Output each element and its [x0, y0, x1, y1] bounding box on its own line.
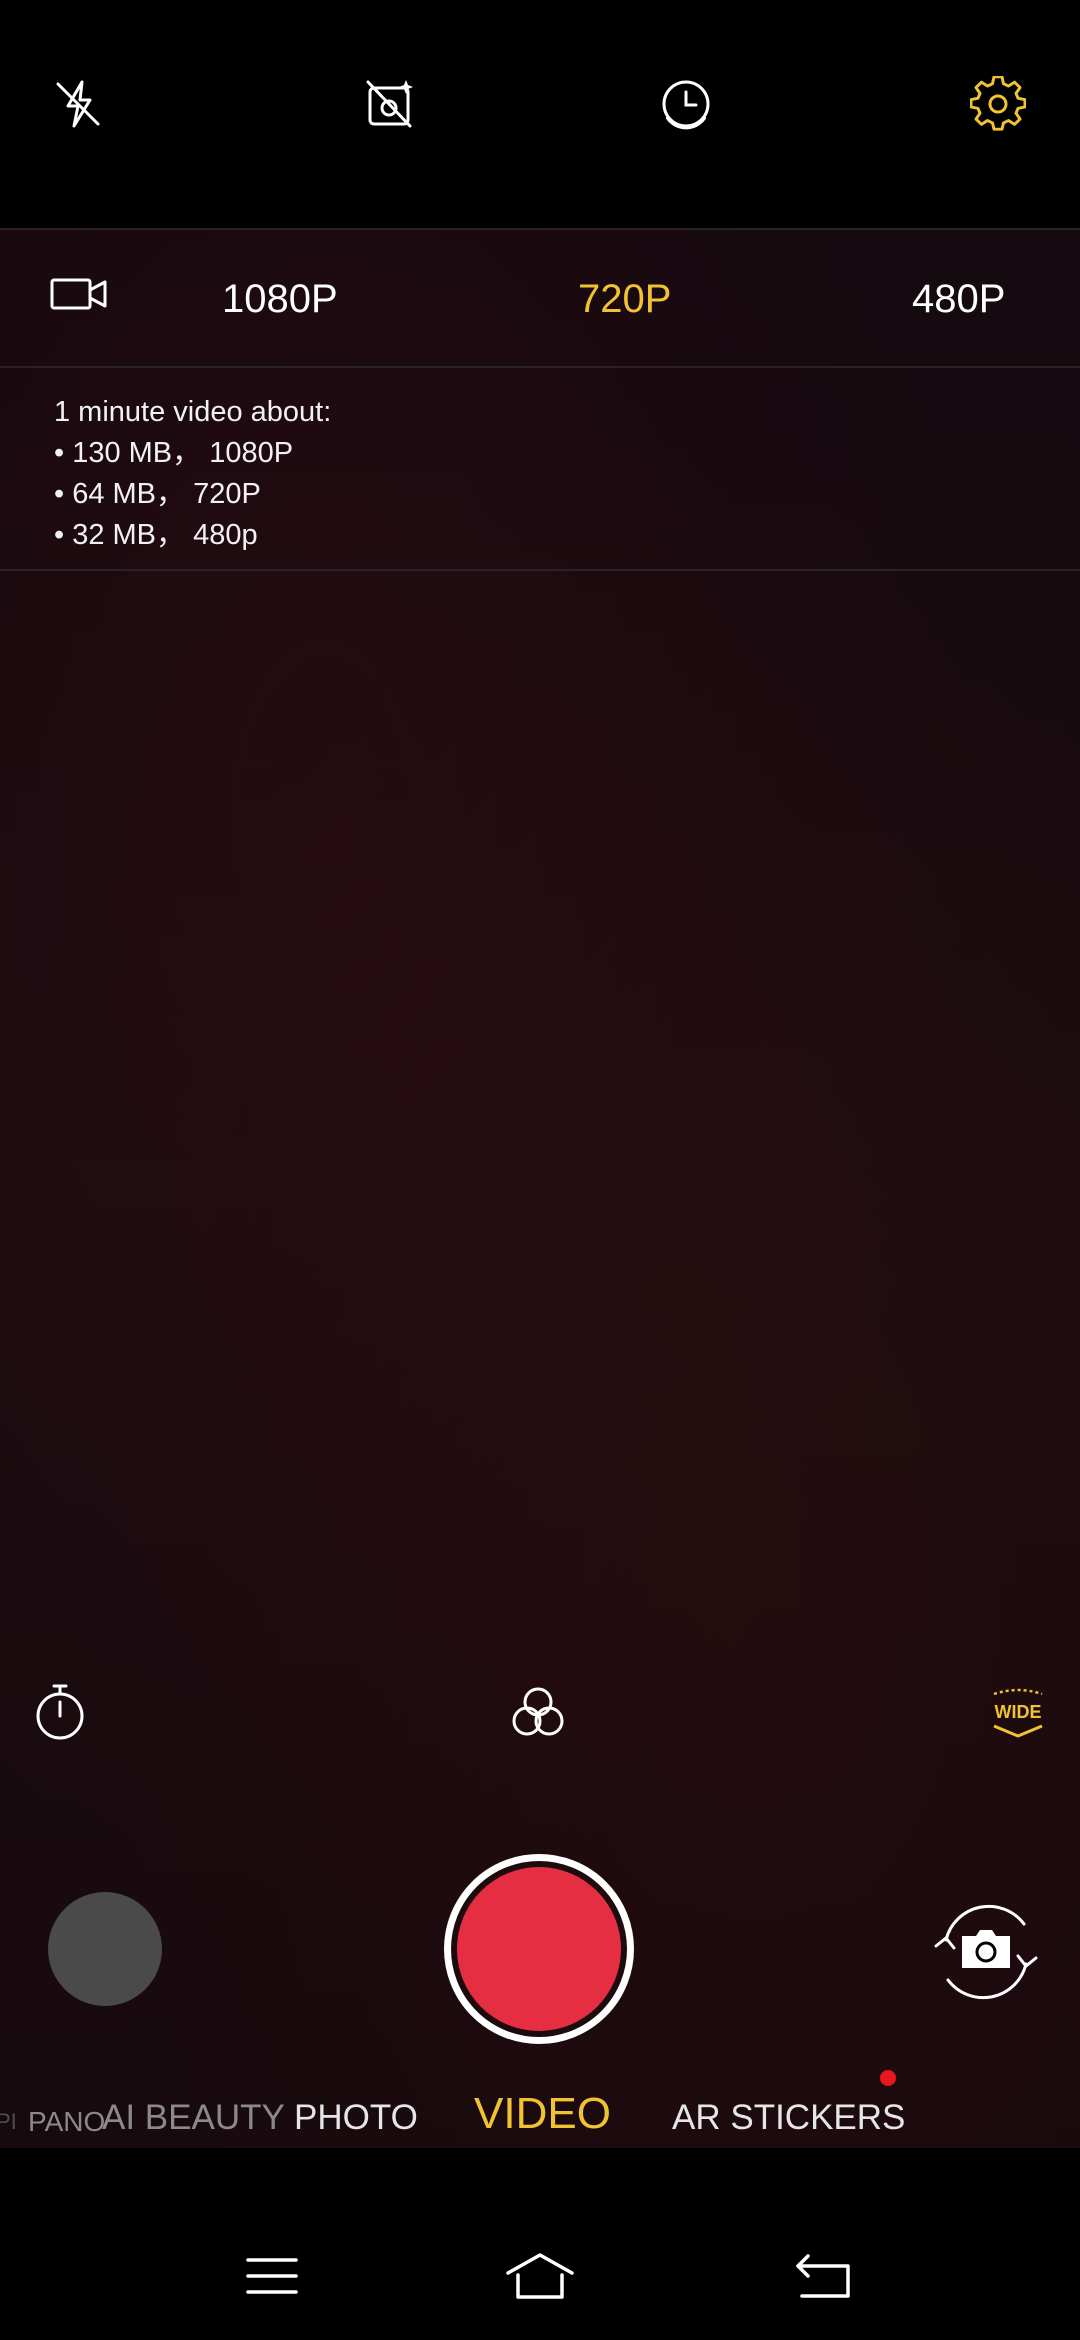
- gallery-thumbnail[interactable]: [48, 1892, 162, 2006]
- info-line-1080p: • 130 MB， 1080P: [54, 437, 294, 469]
- resolution-selector: 1080P 720P 480P: [0, 228, 1080, 368]
- ai-scene-off-icon[interactable]: [358, 72, 422, 136]
- mode-photo[interactable]: PHOTO: [294, 2096, 418, 2140]
- settings-icon[interactable]: [966, 72, 1030, 136]
- record-button-fill: [457, 1867, 621, 2031]
- home-icon[interactable]: [500, 2246, 580, 2306]
- mode-ar-stickers[interactable]: AR STICKERS: [672, 2096, 905, 2140]
- wide-label: WIDE: [995, 1702, 1042, 1722]
- resolution-option-1080p[interactable]: 1080P: [222, 276, 338, 322]
- switch-camera-icon[interactable]: [924, 1894, 1048, 2010]
- info-line-480p: • 32 MB， 480p: [54, 519, 258, 551]
- top-bar: [0, 0, 1080, 228]
- mode-selector: PI PANO AI BEAUTY PHOTO VIDEO AR STICKER…: [0, 2080, 1080, 2150]
- mode-video[interactable]: VIDEO: [474, 2088, 611, 2140]
- info-heading: 1 minute video about:: [54, 396, 332, 428]
- record-button[interactable]: [444, 1854, 634, 2044]
- info-line-720p: • 64 MB， 720P: [54, 478, 261, 510]
- motion-photo-icon[interactable]: [654, 72, 718, 136]
- menu-icon[interactable]: [232, 2246, 312, 2306]
- filters-icon[interactable]: [506, 1680, 570, 1744]
- resolution-option-480p[interactable]: 480P: [912, 276, 1005, 322]
- new-badge-dot: [880, 2070, 896, 2086]
- navigation-bar: [0, 2148, 1080, 2340]
- flash-off-icon[interactable]: [46, 72, 110, 136]
- video-camera-icon: [50, 278, 107, 310]
- mode-partial[interactable]: PI: [0, 2100, 17, 2144]
- timer-icon[interactable]: [28, 1680, 92, 1744]
- wide-angle-icon[interactable]: WIDE: [984, 1680, 1052, 1744]
- resolution-option-720p[interactable]: 720P: [578, 276, 671, 322]
- video-size-info: 1 minute video about: • 130 MB， 1080P • …: [0, 368, 1080, 571]
- mode-ai-beauty[interactable]: AI BEAUTY: [102, 2096, 285, 2140]
- mode-pano[interactable]: PANO: [28, 2100, 105, 2144]
- back-icon[interactable]: [784, 2246, 864, 2306]
